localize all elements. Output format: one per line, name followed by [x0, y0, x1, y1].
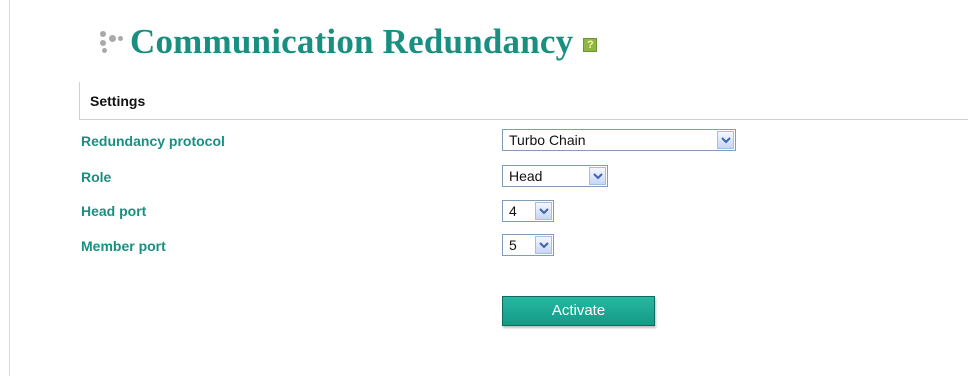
role-value: Head: [509, 168, 543, 184]
role-select[interactable]: Head: [502, 165, 608, 187]
page-title: Communication Redundancy: [130, 22, 574, 61]
head-port-value: 4: [509, 203, 517, 219]
chevron-down-icon[interactable]: [589, 167, 606, 185]
chevron-down-icon[interactable]: [535, 202, 552, 220]
title-row: Communication Redundancy ?: [96, 20, 598, 64]
redundancy-protocol-select[interactable]: Turbo Chain: [502, 129, 736, 151]
head-port-select[interactable]: 4: [502, 200, 554, 222]
member-port-select[interactable]: 5: [502, 234, 554, 256]
chevron-down-icon[interactable]: [535, 236, 552, 254]
redundancy-protocol-label: Redundancy protocol: [81, 133, 225, 149]
chevron-down-icon[interactable]: [717, 131, 734, 149]
settings-section-header: Settings: [79, 82, 968, 120]
member-port-label: Member port: [81, 238, 166, 254]
left-divider: [9, 0, 10, 376]
role-label: Role: [81, 169, 112, 185]
activate-button[interactable]: Activate: [502, 296, 655, 326]
member-port-value: 5: [509, 237, 517, 253]
head-port-label: Head port: [81, 203, 147, 219]
dots-icon: [96, 27, 126, 57]
redundancy-protocol-value: Turbo Chain: [509, 132, 586, 148]
section-title: Settings: [90, 93, 146, 109]
help-icon[interactable]: ?: [583, 38, 598, 52]
